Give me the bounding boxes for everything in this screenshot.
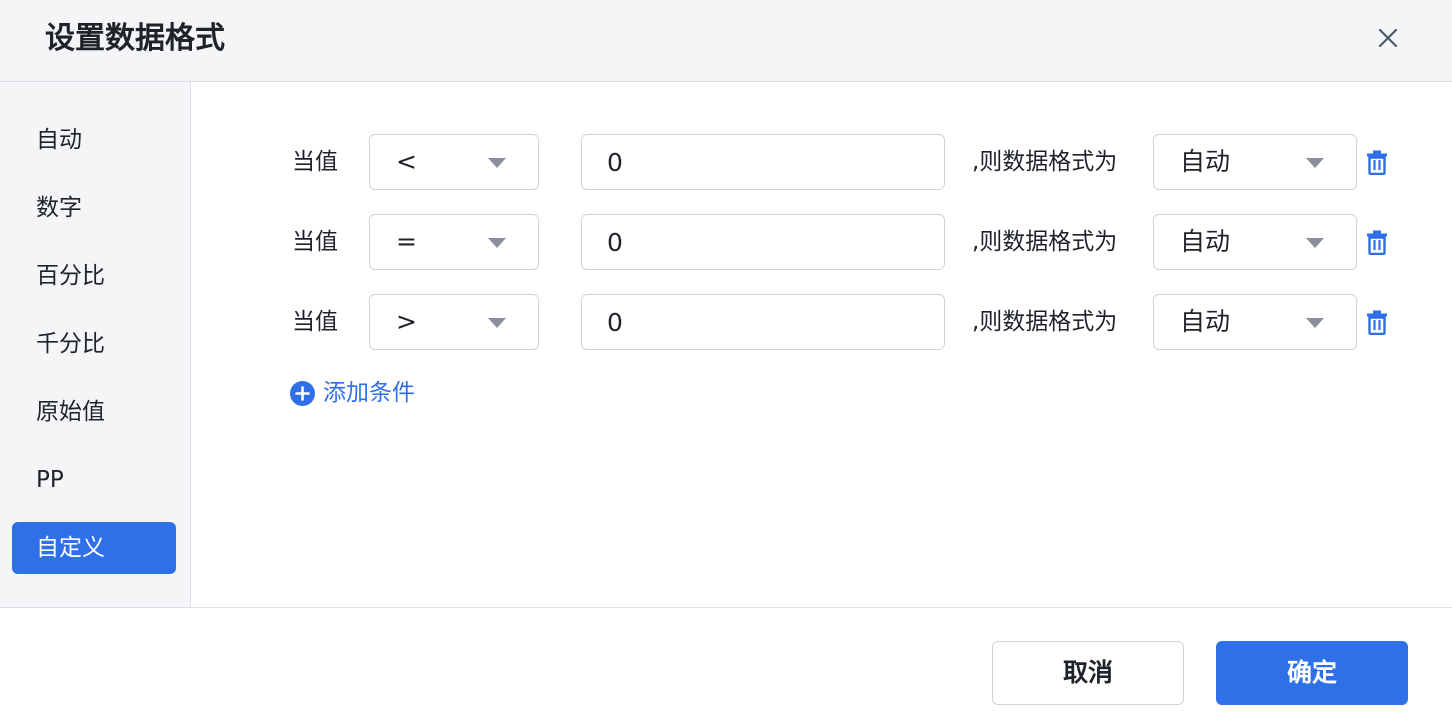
operator-select[interactable]: = [369,214,539,270]
sidebar-item-permille[interactable]: 千分比 [12,318,176,370]
dialog-header: 设置数据格式 [0,0,1452,82]
sidebar-item-custom[interactable]: 自定义 [12,522,176,574]
custom-conditions-panel: 当值 < ,则数据格式为 自动 [192,82,1452,607]
format-value: 自动 [1180,307,1231,336]
add-condition-label: 添加条件 [323,380,415,406]
add-condition-button[interactable]: 添加条件 [290,378,415,408]
sidebar-item-auto[interactable]: 自动 [12,114,176,166]
operator-value: = [396,227,417,256]
trash-icon [1367,230,1387,256]
condition-value-input[interactable] [581,214,945,270]
close-button[interactable] [1372,22,1404,54]
trash-icon [1367,310,1387,336]
format-type-sidebar: 自动 数字 百分比 千分比 原始值 PP 自定义 [0,82,191,607]
sidebar-item-raw-value[interactable]: 原始值 [12,386,176,438]
format-select[interactable]: 自动 [1153,214,1357,270]
condition-value-input[interactable] [581,294,945,350]
format-then-label: ,则数据格式为 [972,229,1118,255]
plus-circle-icon [290,380,315,406]
format-value: 自动 [1180,147,1231,176]
format-select[interactable]: 自动 [1153,134,1357,190]
data-format-dialog: 设置数据格式 自动 数字 百分比 千分比 原始值 PP 自定义 当值 < ,则数… [0,0,1452,728]
format-value: 自动 [1180,227,1231,256]
condition-row: 当值 = ,则数据格式为 自动 [192,214,1452,270]
operator-value: > [396,307,417,336]
condition-value-input[interactable] [581,134,945,190]
dialog-title: 设置数据格式 [45,21,225,56]
delete-condition-button[interactable] [1366,229,1388,256]
operator-select[interactable]: > [369,294,539,350]
dialog-footer: 取消 确定 [0,607,1452,728]
format-then-label: ,则数据格式为 [972,309,1118,335]
delete-condition-button[interactable] [1366,149,1388,176]
caret-down-icon [488,158,506,168]
cancel-button[interactable]: 取消 [992,641,1184,705]
operator-select[interactable]: < [369,134,539,190]
sidebar-item-pp[interactable]: PP [12,454,176,506]
condition-prefix-label: 当值 [292,309,338,335]
condition-row: 当值 > ,则数据格式为 自动 [192,294,1452,350]
sidebar-item-percent[interactable]: 百分比 [12,250,176,302]
caret-down-icon [488,318,506,328]
caret-down-icon [1306,238,1324,248]
delete-condition-button[interactable] [1366,309,1388,336]
close-icon [1378,28,1398,48]
confirm-button[interactable]: 确定 [1216,641,1408,705]
format-then-label: ,则数据格式为 [972,149,1118,175]
trash-icon [1367,150,1387,176]
caret-down-icon [1306,318,1324,328]
caret-down-icon [488,238,506,248]
operator-value: < [396,147,417,176]
sidebar-item-number[interactable]: 数字 [12,182,176,234]
condition-row: 当值 < ,则数据格式为 自动 [192,134,1452,190]
condition-prefix-label: 当值 [292,229,338,255]
caret-down-icon [1306,158,1324,168]
format-select[interactable]: 自动 [1153,294,1357,350]
condition-prefix-label: 当值 [292,149,338,175]
